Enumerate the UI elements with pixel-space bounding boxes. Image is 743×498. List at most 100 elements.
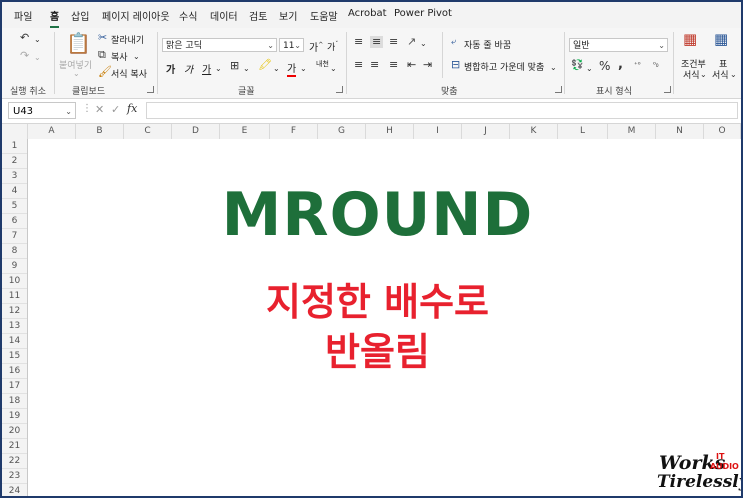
align-right-icon[interactable]: ≡ bbox=[389, 59, 398, 71]
column-header[interactable]: E bbox=[220, 124, 270, 139]
align-center-icon[interactable]: ≡ bbox=[370, 59, 379, 71]
column-header[interactable]: B bbox=[76, 124, 124, 139]
row-header[interactable]: 18 bbox=[2, 394, 27, 409]
row-header[interactable]: 17 bbox=[2, 379, 27, 394]
undo-dropdown-icon[interactable]: ⌄ bbox=[34, 34, 41, 46]
name-box[interactable]: U43 ⌄ bbox=[8, 102, 76, 119]
number-format-combo[interactable]: 일반 ⌄ bbox=[569, 38, 668, 52]
align-middle-icon[interactable]: ≡ bbox=[370, 36, 384, 48]
format-as-table-label-2[interactable]: 서식 bbox=[712, 68, 729, 81]
column-header[interactable]: G bbox=[318, 124, 366, 139]
row-header[interactable]: 1 bbox=[2, 139, 27, 154]
redo-dropdown-icon[interactable]: ⌄ bbox=[34, 52, 41, 64]
column-header[interactable]: F bbox=[270, 124, 318, 139]
more-options-icon[interactable]: ⋮ bbox=[82, 103, 92, 115]
borders-icon[interactable]: ⊞ bbox=[230, 60, 239, 72]
column-header[interactable]: M bbox=[608, 124, 656, 139]
column-header[interactable]: J bbox=[462, 124, 510, 139]
number-launcher-icon[interactable] bbox=[664, 86, 671, 93]
tab-file[interactable]: 파일 bbox=[14, 8, 32, 23]
comma-style-icon[interactable]: , bbox=[618, 58, 623, 71]
wrap-text-label[interactable]: 자동 줄 바꿈 bbox=[464, 38, 511, 51]
enter-icon[interactable]: ✓ bbox=[111, 104, 120, 116]
font-size-combo[interactable]: 11 ⌄ bbox=[279, 38, 304, 52]
copy-dropdown-icon[interactable]: ⌄ bbox=[133, 51, 140, 63]
column-header[interactable]: D bbox=[172, 124, 220, 139]
column-header[interactable]: C bbox=[124, 124, 172, 139]
increase-indent-icon[interactable]: ⇥ bbox=[423, 59, 432, 71]
align-top-icon[interactable]: ≡ bbox=[354, 36, 363, 48]
font-color-dropdown-icon[interactable]: ⌄ bbox=[300, 63, 307, 75]
tab-insert[interactable]: 삽입 bbox=[71, 8, 89, 23]
column-header[interactable]: H bbox=[366, 124, 414, 139]
fill-color-icon[interactable]: 🖍 bbox=[258, 59, 272, 71]
column-header[interactable]: N bbox=[656, 124, 704, 139]
row-header[interactable]: 2 bbox=[2, 154, 27, 169]
wrap-text-icon[interactable]: ⤶ bbox=[451, 36, 456, 48]
tab-view[interactable]: 보기 bbox=[279, 8, 297, 23]
conditional-dropdown-icon[interactable]: ⌄ bbox=[700, 69, 707, 81]
tab-data[interactable]: 데이터 bbox=[210, 8, 238, 23]
row-header[interactable]: 9 bbox=[2, 259, 27, 274]
cut-icon[interactable]: ✂ bbox=[98, 32, 107, 44]
format-painter-icon[interactable]: 🖌 bbox=[98, 66, 112, 78]
conditional-formatting-label-2[interactable]: 서식 bbox=[683, 68, 700, 81]
row-header[interactable]: 20 bbox=[2, 424, 27, 439]
accounting-dropdown-icon[interactable]: ⌄ bbox=[586, 63, 593, 75]
column-header[interactable]: A bbox=[28, 124, 76, 139]
alignment-launcher-icon[interactable] bbox=[555, 86, 562, 93]
select-all-corner[interactable] bbox=[2, 124, 28, 139]
tab-review[interactable]: 검토 bbox=[249, 8, 267, 23]
borders-dropdown-icon[interactable]: ⌄ bbox=[243, 63, 250, 75]
column-header[interactable]: L bbox=[558, 124, 608, 139]
orientation-icon[interactable]: ↗ bbox=[407, 36, 416, 48]
orientation-dropdown-icon[interactable]: ⌄ bbox=[420, 38, 427, 50]
row-header[interactable]: 24 bbox=[2, 484, 27, 496]
undo-icon[interactable]: ↶ bbox=[20, 32, 29, 44]
cancel-icon[interactable]: ✕ bbox=[95, 104, 104, 116]
italic-button[interactable]: 가 bbox=[184, 61, 193, 76]
format-as-table-icon[interactable]: ▦ bbox=[714, 32, 728, 47]
tab-home[interactable]: 홈 bbox=[50, 8, 60, 28]
paste-icon[interactable]: 📋 bbox=[66, 32, 91, 54]
phonetic-dropdown-icon[interactable]: ⌄ bbox=[330, 63, 337, 75]
bold-button[interactable]: 가 bbox=[166, 61, 175, 76]
row-header[interactable]: 23 bbox=[2, 469, 27, 484]
fill-color-dropdown-icon[interactable]: ⌄ bbox=[273, 63, 280, 75]
tab-power-pivot[interactable]: Power Pivot bbox=[394, 8, 452, 19]
copy-label[interactable]: 복사 bbox=[111, 50, 128, 63]
column-header[interactable]: I bbox=[414, 124, 462, 139]
format-painter-label[interactable]: 서식 복사 bbox=[111, 67, 147, 80]
tab-formulas[interactable]: 수식 bbox=[179, 8, 197, 23]
row-header[interactable]: 19 bbox=[2, 409, 27, 424]
tab-help[interactable]: 도움말 bbox=[310, 8, 338, 23]
clipboard-launcher-icon[interactable] bbox=[147, 86, 154, 93]
decrease-indent-icon[interactable]: ⇤ bbox=[407, 59, 416, 71]
conditional-formatting-icon[interactable]: ▦ bbox=[683, 32, 697, 47]
merge-center-icon[interactable]: ⊟ bbox=[451, 59, 460, 71]
grow-font-button[interactable]: 가^ bbox=[309, 39, 323, 54]
shrink-font-button[interactable]: 가ˇ bbox=[327, 40, 338, 53]
underline-dropdown-icon[interactable]: ⌄ bbox=[215, 63, 222, 75]
copy-icon[interactable]: ⧉ bbox=[98, 49, 106, 61]
font-launcher-icon[interactable] bbox=[336, 86, 343, 93]
font-color-button[interactable]: 가 bbox=[287, 60, 297, 77]
underline-button[interactable]: 가 bbox=[202, 61, 211, 76]
column-header[interactable]: O bbox=[704, 124, 741, 139]
accounting-format-icon[interactable]: 💱 bbox=[571, 60, 583, 72]
percent-style-icon[interactable]: % bbox=[599, 60, 610, 72]
cut-label[interactable]: 잘라내기 bbox=[111, 33, 144, 46]
formula-input[interactable] bbox=[146, 102, 738, 119]
row-header[interactable]: 21 bbox=[2, 439, 27, 454]
increase-decimal-icon[interactable]: ⁺⁰ bbox=[634, 59, 641, 71]
align-left-icon[interactable]: ≡ bbox=[354, 59, 363, 71]
insert-function-icon[interactable]: fx bbox=[127, 103, 137, 115]
phonetic-button[interactable]: 내천 bbox=[316, 59, 329, 69]
column-header[interactable]: K bbox=[510, 124, 558, 139]
decrease-decimal-icon[interactable]: ⁰₀ bbox=[653, 59, 659, 71]
tab-acrobat[interactable]: Acrobat bbox=[348, 8, 387, 19]
row-header[interactable]: 22 bbox=[2, 454, 27, 469]
align-bottom-icon[interactable]: ≡ bbox=[389, 36, 398, 48]
table-dropdown-icon[interactable]: ⌄ bbox=[730, 69, 737, 81]
tab-page-layout[interactable]: 페이지 레이아웃 bbox=[102, 8, 170, 23]
